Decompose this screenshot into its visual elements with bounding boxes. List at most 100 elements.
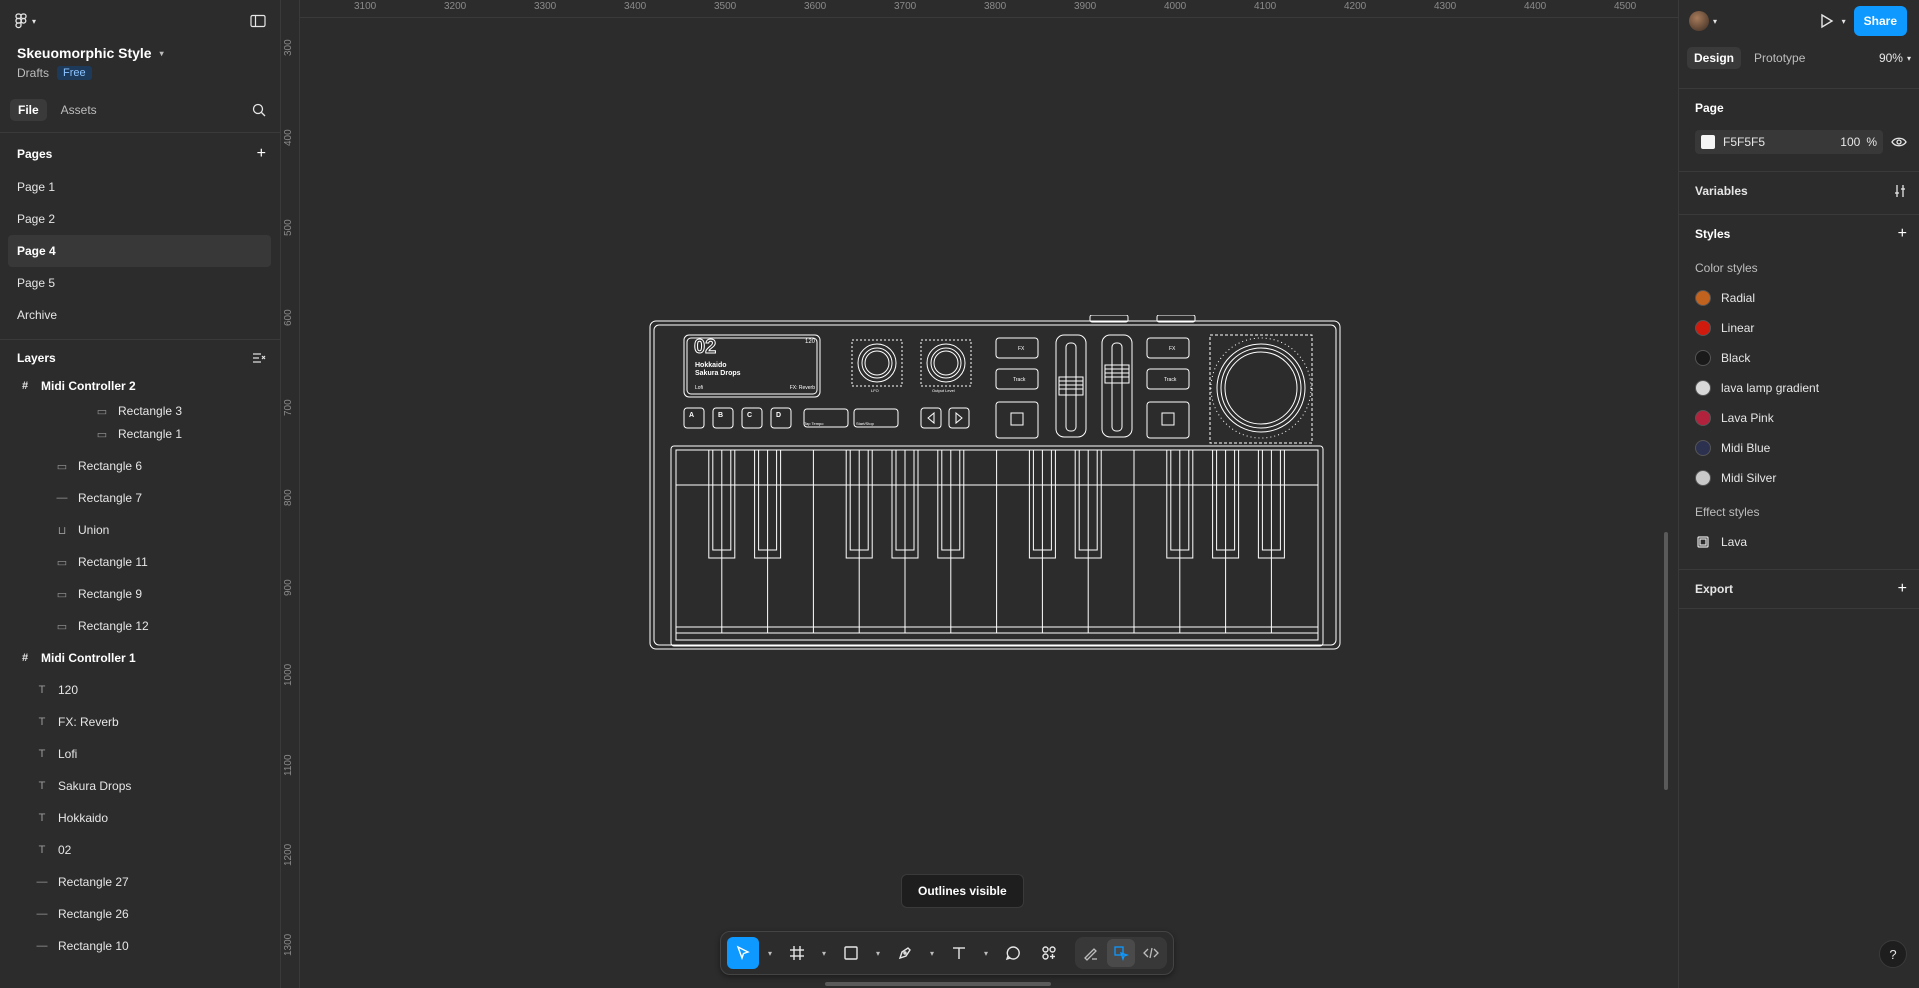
layer-item[interactable]: — Rectangle 7 xyxy=(0,482,280,514)
move-tool-button[interactable] xyxy=(727,937,759,969)
sliders-icon[interactable] xyxy=(1893,184,1907,198)
dev-mode-button[interactable] xyxy=(1137,939,1165,967)
comment-tool-button[interactable] xyxy=(997,937,1029,969)
color-style-item[interactable]: Black xyxy=(1695,343,1907,373)
layer-item[interactable]: ▭ Rectangle 12 xyxy=(0,610,280,642)
layer-item[interactable]: — Rectangle 26 xyxy=(0,898,280,930)
color-style-item[interactable]: Midi Blue xyxy=(1695,433,1907,463)
page-item[interactable]: Page 2 xyxy=(0,203,271,235)
fader-2[interactable] xyxy=(1101,334,1133,438)
add-page-icon[interactable]: + xyxy=(257,145,266,163)
layer-frame[interactable]: # Midi Controller 1 xyxy=(0,642,280,674)
play-icon[interactable] xyxy=(1818,13,1834,29)
left-tabs: File Assets xyxy=(0,98,280,122)
layer-item[interactable]: — Rectangle 10 xyxy=(0,930,280,962)
design-mode-button[interactable] xyxy=(1107,939,1135,967)
draw-mode-button[interactable] xyxy=(1077,939,1105,967)
tab-assets[interactable]: Assets xyxy=(53,99,105,121)
zoom-dropdown[interactable]: 90% ▾ xyxy=(1879,51,1911,65)
layer-item[interactable]: ▭ Rectangle 11 xyxy=(0,546,280,578)
rectangle-tool-button[interactable] xyxy=(835,937,867,969)
pad-d[interactable]: D xyxy=(776,412,781,419)
page-item[interactable]: Page 5 xyxy=(0,267,271,299)
layer-item[interactable]: T Hokkaido xyxy=(0,802,280,834)
rectangle-icon xyxy=(844,946,858,960)
pad-b[interactable]: B xyxy=(718,412,723,419)
chevron-down-icon[interactable]: ▾ xyxy=(925,949,939,958)
pen-tool-button[interactable] xyxy=(889,937,921,969)
actions-tool-button[interactable] xyxy=(1033,937,1065,969)
layer-item[interactable]: T Lofi xyxy=(0,738,280,770)
collapse-layers-icon[interactable] xyxy=(252,352,266,364)
layer-frame[interactable]: # Midi Controller 2 xyxy=(0,370,280,402)
color-style-item[interactable]: Linear xyxy=(1695,313,1907,343)
page-item[interactable]: Archive xyxy=(0,299,271,331)
user-menu[interactable]: ▾ xyxy=(1689,11,1717,31)
horizontal-scrollbar[interactable] xyxy=(825,982,1051,986)
page-item[interactable]: Page 1 xyxy=(0,171,271,203)
text-tool-button[interactable] xyxy=(943,937,975,969)
ruler-tick-y: 700 xyxy=(283,399,294,416)
effect-style-item[interactable]: Lava xyxy=(1695,527,1907,557)
chevron-down-icon[interactable]: ▾ xyxy=(979,949,993,958)
add-style-icon[interactable]: + xyxy=(1898,225,1907,243)
frame-tool-button[interactable] xyxy=(781,937,813,969)
layer-item[interactable]: ▭ Rectangle 9 xyxy=(0,578,280,610)
eye-icon[interactable] xyxy=(1891,136,1907,148)
color-style-item[interactable]: Radial xyxy=(1695,283,1907,313)
file-name[interactable]: Skeuomorphic Style ▾ xyxy=(17,42,263,64)
layer-item[interactable]: T Sakura Drops xyxy=(0,770,280,802)
layer-item[interactable]: ▭ Rectangle 6 xyxy=(0,450,280,482)
page-fill-input[interactable]: F5F5F5 100 % xyxy=(1695,130,1883,154)
canvas[interactable]: 3100 3200 3300 3400 3500 3600 3700 3800 3900 4000… xyxy=(282,0,1678,988)
stop-button-right[interactable] xyxy=(1146,401,1190,439)
main-dial-knob[interactable] xyxy=(1209,334,1313,444)
layer-item[interactable]: T 120 xyxy=(0,674,280,706)
arrow-left-button[interactable] xyxy=(920,407,942,429)
chevron-down-icon[interactable]: ▾ xyxy=(763,949,777,958)
start-stop-label: Start/Stop xyxy=(856,421,874,426)
share-button[interactable]: Share xyxy=(1853,6,1907,36)
ruler-tick-x: 3300 xyxy=(534,1,557,12)
toggle-sidebar-icon[interactable] xyxy=(250,14,266,28)
add-export-icon[interactable]: + xyxy=(1898,580,1907,598)
color-style-item[interactable]: Midi Silver xyxy=(1695,463,1907,493)
help-button[interactable]: ? xyxy=(1879,940,1907,968)
export-header: Export + xyxy=(1695,570,1907,608)
pad-a[interactable]: A xyxy=(689,412,694,419)
chevron-down-icon[interactable]: ▾ xyxy=(871,949,885,958)
tab-file[interactable]: File xyxy=(10,99,47,121)
layer-item[interactable]: ▭ Rectangle 3 xyxy=(0,402,280,418)
chevron-down-icon[interactable]: ▾ xyxy=(1842,17,1846,26)
color-swatch[interactable] xyxy=(1701,135,1715,149)
color-style-item[interactable]: Lava Pink xyxy=(1695,403,1907,433)
layer-item[interactable]: ⊔ Union xyxy=(0,514,280,546)
file-title-block: Skeuomorphic Style ▾ Drafts Free xyxy=(0,42,280,80)
ruler-tick-y: 300 xyxy=(283,39,294,56)
pad-c[interactable]: C xyxy=(747,412,752,419)
vertical-scrollbar[interactable] xyxy=(1664,532,1668,790)
drafts-link[interactable]: Drafts xyxy=(17,66,49,80)
tab-prototype[interactable]: Prototype xyxy=(1747,47,1812,69)
color-style-item[interactable]: lava lamp gradient xyxy=(1695,373,1907,403)
main-menu-button[interactable]: ▾ xyxy=(14,13,36,29)
ruler-tick-x: 4500 xyxy=(1614,1,1637,12)
tab-design[interactable]: Design xyxy=(1687,47,1742,69)
keyboard[interactable] xyxy=(670,445,1324,647)
page-item[interactable]: Page 4 xyxy=(8,235,271,267)
layer-label: Rectangle 11 xyxy=(78,555,148,569)
layer-item[interactable]: T 02 xyxy=(0,834,280,866)
layer-item[interactable]: ▭ Rectangle 1 xyxy=(0,418,280,450)
fx-button-left[interactable] xyxy=(995,337,1039,359)
output-level-knob[interactable] xyxy=(920,339,972,387)
fader-1[interactable] xyxy=(1055,334,1087,438)
layer-item[interactable]: T FX: Reverb xyxy=(0,706,280,738)
search-icon[interactable] xyxy=(252,103,266,117)
fx-button-right[interactable] xyxy=(1146,337,1190,359)
layer-item[interactable]: — Rectangle 27 xyxy=(0,866,280,898)
arrow-right-button[interactable] xyxy=(948,407,970,429)
fill-opacity[interactable]: 100 xyxy=(1840,135,1860,149)
stop-button-left[interactable] xyxy=(995,401,1039,439)
chevron-down-icon[interactable]: ▾ xyxy=(817,949,831,958)
lfo-knob[interactable] xyxy=(851,339,903,387)
